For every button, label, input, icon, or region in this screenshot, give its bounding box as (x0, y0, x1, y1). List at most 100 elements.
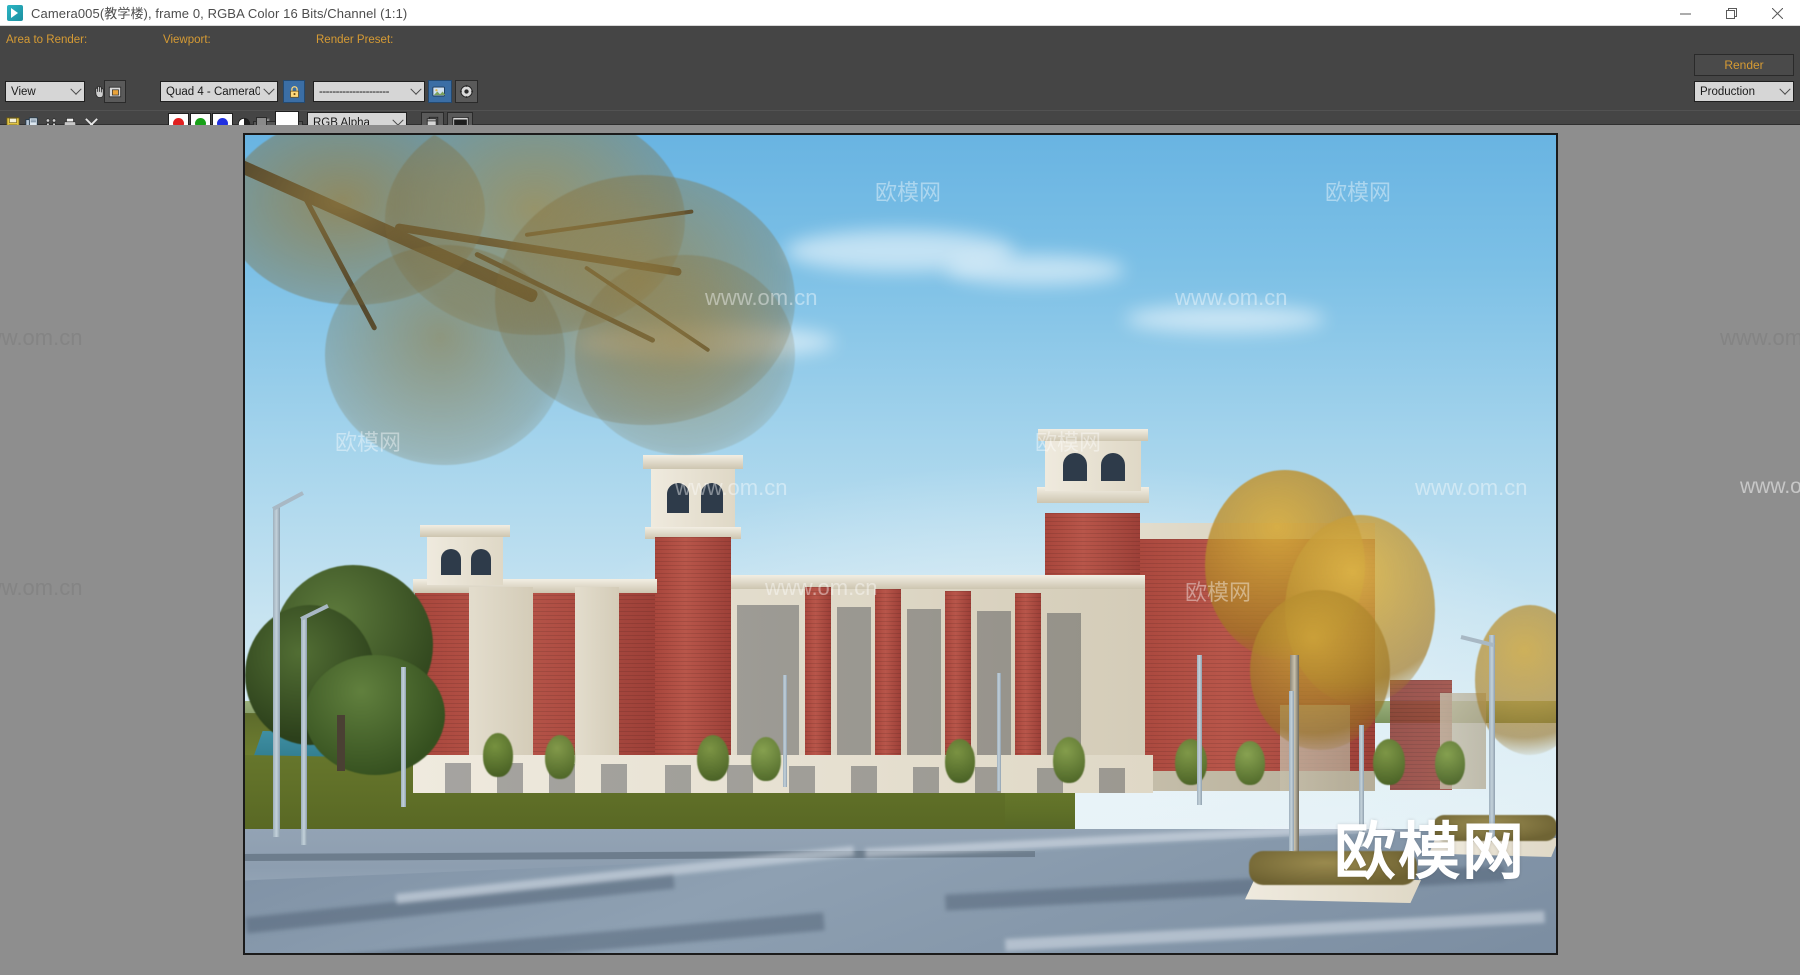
gear-icon[interactable] (455, 80, 478, 103)
window (683, 649, 697, 677)
cloud (945, 255, 1125, 285)
window (587, 681, 599, 707)
main-block-cornice (725, 575, 1145, 589)
tree-trunk (337, 715, 345, 771)
area-to-render-value: View (11, 85, 36, 98)
foreground-foliage (575, 255, 795, 455)
padlock-icon[interactable] (283, 80, 305, 103)
viewport-label: Viewport: (163, 34, 211, 46)
render-button[interactable]: Render (1694, 54, 1794, 76)
window (485, 679, 497, 705)
colonnade-opening (727, 765, 753, 793)
window (1097, 565, 1111, 591)
window-title: Camera005(教学楼), frame 0, RGBA Color 16 B… (31, 6, 408, 21)
render-preset-label: Render Preset: (316, 34, 394, 46)
window (683, 731, 697, 755)
shrub (483, 733, 513, 777)
colonnade-opening (851, 766, 877, 793)
window (485, 641, 497, 667)
shrub (1373, 739, 1405, 785)
left-tower-cap (427, 533, 503, 585)
load-preset-icon[interactable] (428, 80, 452, 103)
close-icon[interactable] (1754, 0, 1800, 26)
tree-canopy (305, 655, 445, 775)
colonnade-opening (665, 765, 691, 793)
colonnade-opening (445, 763, 471, 793)
left-tower-arch (441, 549, 461, 575)
window (507, 679, 519, 705)
center-tower-cap-cornice (643, 455, 743, 469)
maximize-icon[interactable] (1708, 0, 1754, 26)
window (683, 565, 697, 593)
render-mode-value: Production (1700, 85, 1755, 98)
shrub (1175, 739, 1207, 785)
chevron-down-icon (407, 82, 424, 101)
render-stage-background: www.om.cn www.om.cn www.om.cn (0, 125, 1800, 975)
window (683, 607, 697, 635)
render-frame-toolbar: Area to Render: Viewport: Render Preset:… (0, 26, 1800, 135)
viewport-value: Quad 4 - Camera0 (166, 85, 260, 98)
render-mode-select[interactable]: Production (1694, 81, 1794, 102)
street-lamp-post (1289, 691, 1294, 851)
window (507, 641, 519, 667)
window (1097, 679, 1111, 705)
tower-arch-opening (1101, 453, 1125, 481)
window (587, 719, 599, 745)
window (587, 643, 599, 669)
shrub (945, 739, 975, 783)
left-tower-cap-cornice (420, 525, 510, 537)
foreground-foliage (325, 245, 565, 465)
street-lamp-post (273, 507, 280, 837)
window (507, 603, 519, 629)
street-lamp-post (401, 667, 406, 807)
right-tower-cap (1045, 437, 1141, 491)
shrub (697, 735, 729, 781)
cloud (1125, 305, 1325, 333)
window (683, 691, 697, 719)
colonnade-opening (789, 766, 815, 793)
stage-watermark: www.om.cn (0, 325, 83, 350)
area-to-render-label: Area to Render: (6, 34, 88, 46)
viewport-select[interactable]: Quad 4 - Camera0 (160, 81, 278, 102)
colonnade-opening (601, 764, 627, 793)
street-lamp-post (1197, 655, 1202, 805)
window (485, 603, 497, 629)
minimize-icon[interactable] (1662, 0, 1708, 26)
tower-arch-opening (1063, 453, 1087, 481)
window (1097, 717, 1111, 743)
shrub (1435, 741, 1465, 785)
render-preset-value: --------------------- (319, 85, 389, 98)
chevron-down-icon (260, 82, 277, 101)
brand-watermark: 欧模网 (1333, 818, 1526, 887)
shrub (1235, 741, 1265, 785)
center-tower-arch (667, 483, 689, 513)
shrub (1053, 737, 1085, 783)
center-tower-arch (701, 483, 723, 513)
colonnade-opening (1099, 768, 1125, 793)
window (1097, 641, 1111, 667)
stage-watermark: www.om.cn (0, 575, 83, 600)
area-to-render-select[interactable]: View (5, 81, 85, 102)
chevron-down-icon (1776, 82, 1793, 101)
right-tower-cap-cornice (1038, 429, 1148, 441)
autumn-tree-canopy (1250, 590, 1390, 750)
chevron-down-icon (67, 82, 84, 101)
stage-watermark: www.om.cn (1740, 475, 1800, 498)
region-window-icon[interactable] (104, 80, 126, 103)
window (587, 605, 599, 631)
render-frame-window-icon (7, 4, 23, 21)
render-preset-select[interactable]: --------------------- (313, 81, 425, 102)
colonnade-opening (913, 767, 939, 793)
window (1097, 603, 1111, 629)
window-title-bar: Camera005(教学楼), frame 0, RGBA Color 16 B… (0, 0, 1800, 26)
street-lamp-post (783, 675, 787, 787)
street-lamp-post (997, 673, 1001, 791)
shrub (751, 737, 781, 781)
rendered-image-canvas[interactable]: 欧模网 www.om.cn www.om.cn 欧模网 欧模网 www.om.c… (243, 133, 1558, 955)
toolbar-divider (0, 110, 1800, 111)
window-controls (1662, 0, 1800, 26)
stage-watermark: www.om.cn (1720, 325, 1800, 350)
left-tower-arch (471, 549, 491, 575)
street-lamp-post (301, 617, 307, 845)
shrub (545, 735, 575, 779)
